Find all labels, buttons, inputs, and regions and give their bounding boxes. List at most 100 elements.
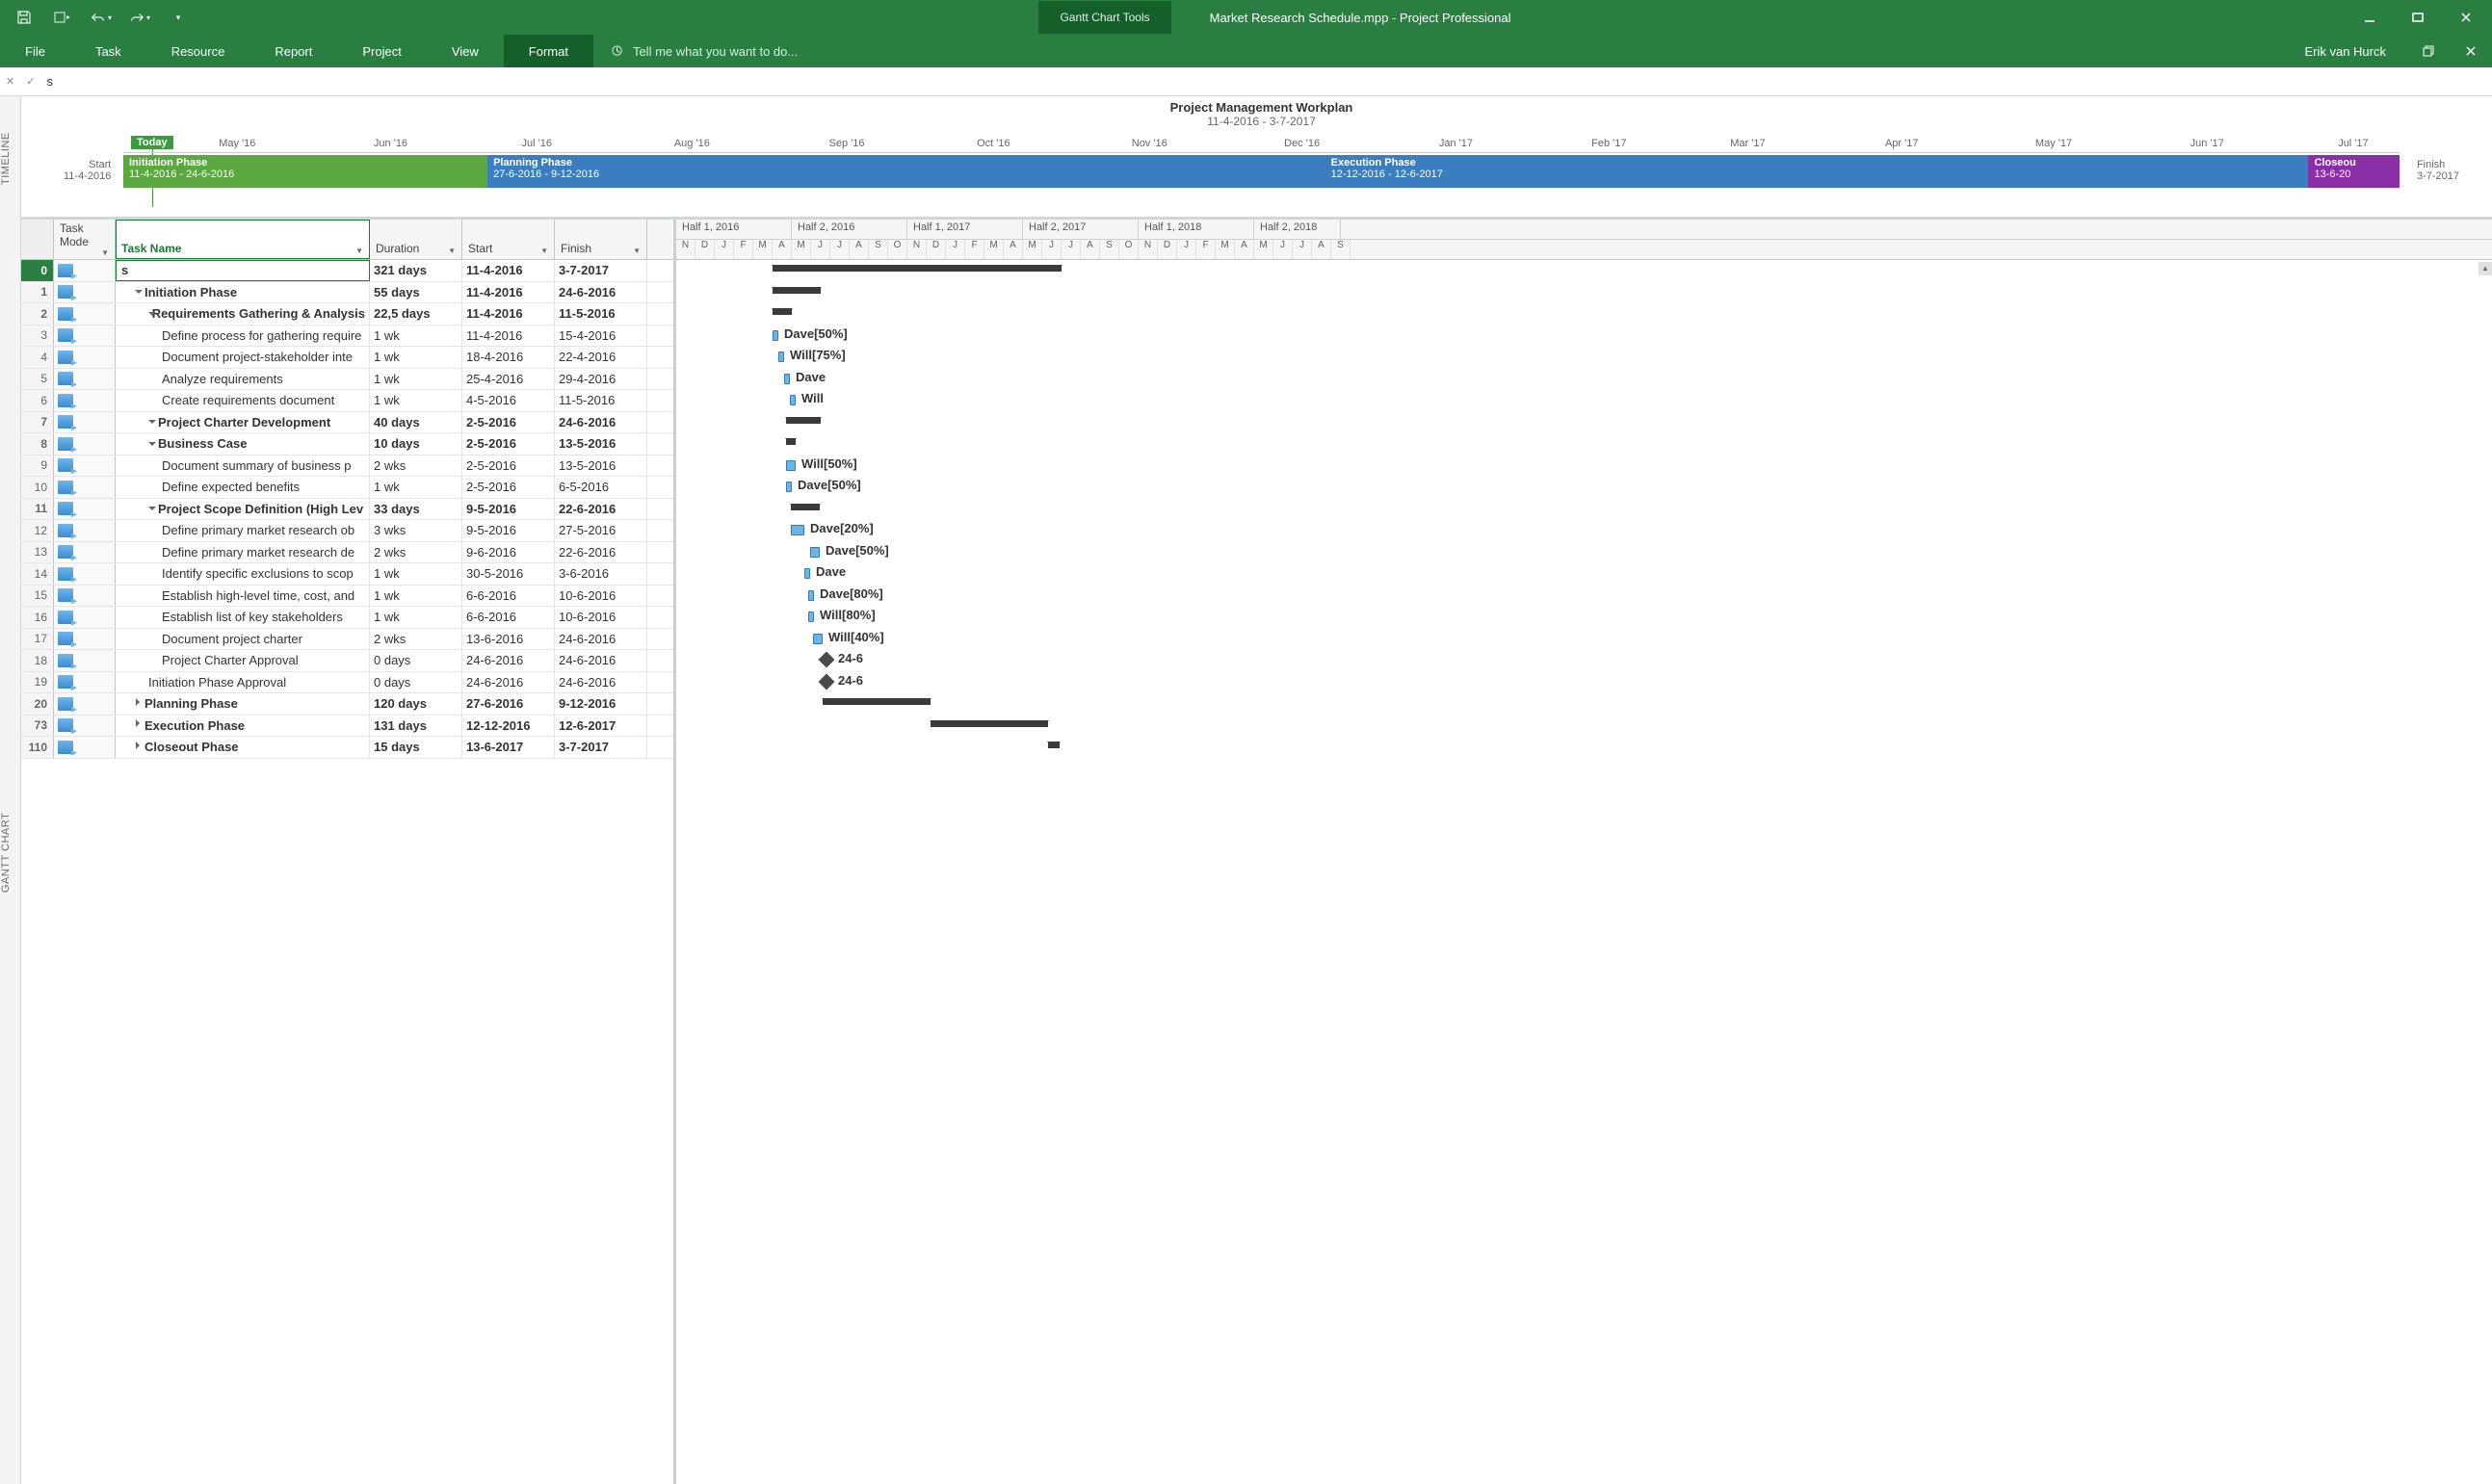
task-mode-cell[interactable] xyxy=(54,477,116,498)
timeline-bar[interactable]: Closeou13-6-20 xyxy=(2308,155,2400,188)
timeline-panel[interactable]: Project Management Workplan 11-4-2016 - … xyxy=(21,96,2492,220)
summary-bar[interactable] xyxy=(773,308,792,315)
task-bar[interactable] xyxy=(804,568,810,579)
gantt-chart[interactable]: Half 1, 2016Half 2, 2016Half 1, 2017Half… xyxy=(676,220,2492,1484)
duration-cell[interactable]: 1 wk xyxy=(370,563,462,585)
task-bar[interactable] xyxy=(773,330,778,341)
finish-cell[interactable]: 24-6-2016 xyxy=(555,650,647,671)
duration-cell[interactable]: 321 days xyxy=(370,260,462,281)
table-row[interactable]: 4Document project-stakeholder inte1 wk18… xyxy=(21,347,673,369)
row-id[interactable]: 14 xyxy=(21,563,54,585)
task-mode-cell[interactable] xyxy=(54,282,116,303)
milestone-icon[interactable] xyxy=(819,673,835,690)
entry-cancel-button[interactable]: ✕ xyxy=(0,75,20,88)
row-id[interactable]: 5 xyxy=(21,369,54,390)
finish-cell[interactable]: 24-6-2016 xyxy=(555,672,647,693)
finish-cell[interactable]: 11-5-2016 xyxy=(555,303,647,325)
row-id[interactable]: 2 xyxy=(21,303,54,325)
table-row[interactable]: 2 Requirements Gathering & Analysis22,5 d… xyxy=(21,303,673,325)
table-row[interactable]: 0s321 days11-4-20163-7-2017 xyxy=(21,260,673,282)
table-row[interactable]: 20Planning Phase120 days27-6-20169-12-20… xyxy=(21,693,673,716)
row-id[interactable]: 6 xyxy=(21,390,54,411)
publish-icon[interactable] xyxy=(52,7,73,28)
table-row[interactable]: 8Business Case10 days2-5-201613-5-2016 xyxy=(21,433,673,456)
task-name-cell[interactable]: Define expected benefits xyxy=(116,477,370,498)
task-mode-cell[interactable] xyxy=(54,672,116,693)
row-id[interactable]: 15 xyxy=(21,586,54,607)
task-name-cell[interactable]: Initiation Phase Approval xyxy=(116,672,370,693)
row-id[interactable]: 9 xyxy=(21,456,54,477)
row-id[interactable]: 1 xyxy=(21,282,54,303)
finish-cell[interactable]: 29-4-2016 xyxy=(555,369,647,390)
duration-cell[interactable]: 22,5 days xyxy=(370,303,462,325)
duration-cell[interactable]: 1 wk xyxy=(370,325,462,347)
expand-icon[interactable] xyxy=(135,721,143,729)
start-cell[interactable]: 12-12-2016 xyxy=(462,716,555,737)
finish-cell[interactable]: 24-6-2016 xyxy=(555,282,647,303)
header-task-mode[interactable]: Task Mode▼ xyxy=(54,220,116,259)
start-cell[interactable]: 11-4-2016 xyxy=(462,282,555,303)
summary-bar[interactable] xyxy=(823,698,931,705)
undo-icon[interactable]: ▾ xyxy=(91,7,112,28)
table-row[interactable]: 15Establish high-level time, cost, and1 … xyxy=(21,586,673,608)
row-id[interactable]: 17 xyxy=(21,629,54,650)
duration-cell[interactable]: 3 wks xyxy=(370,520,462,541)
task-name-cell[interactable]: Project Scope Definition (High Lev xyxy=(116,499,370,520)
entry-accept-button[interactable]: ✓ xyxy=(20,75,40,88)
duration-cell[interactable]: 2 wks xyxy=(370,542,462,563)
entry-input[interactable]: s xyxy=(40,74,2492,89)
table-row[interactable]: 12Define primary market research ob3 wks… xyxy=(21,520,673,542)
tab-report[interactable]: Report xyxy=(249,35,337,67)
task-bar[interactable] xyxy=(790,395,796,405)
start-cell[interactable]: 30-5-2016 xyxy=(462,563,555,585)
expand-icon[interactable] xyxy=(135,743,143,751)
task-name-cell[interactable]: Project Charter Development xyxy=(116,412,370,433)
task-bar[interactable] xyxy=(784,374,790,384)
start-cell[interactable]: 13-6-2017 xyxy=(462,737,555,758)
duration-cell[interactable]: 1 wk xyxy=(370,477,462,498)
task-bar[interactable] xyxy=(778,351,784,362)
task-bar[interactable] xyxy=(808,612,814,622)
finish-cell[interactable]: 13-5-2016 xyxy=(555,456,647,477)
table-row[interactable]: 19Initiation Phase Approval0 days24-6-20… xyxy=(21,672,673,694)
task-mode-cell[interactable] xyxy=(54,716,116,737)
duration-cell[interactable]: 0 days xyxy=(370,672,462,693)
finish-cell[interactable]: 12-6-2017 xyxy=(555,716,647,737)
start-cell[interactable]: 9-6-2016 xyxy=(462,542,555,563)
task-name-cell[interactable]: Requirements Gathering & Analysis xyxy=(116,303,370,325)
scroll-up-icon[interactable]: ▲ xyxy=(2479,262,2492,275)
duration-cell[interactable]: 55 days xyxy=(370,282,462,303)
start-cell[interactable]: 24-6-2016 xyxy=(462,650,555,671)
task-grid[interactable]: Task Mode▼ Task Name▼ Duration▼ Start▼ F… xyxy=(21,220,676,1484)
expand-icon[interactable] xyxy=(148,440,156,448)
row-id[interactable]: 20 xyxy=(21,693,54,715)
task-name-cell[interactable]: Business Case xyxy=(116,433,370,455)
row-id[interactable]: 4 xyxy=(21,347,54,368)
tell-me-search[interactable]: Tell me what you want to do... xyxy=(593,35,798,67)
finish-cell[interactable]: 22-4-2016 xyxy=(555,347,647,368)
table-row[interactable]: 11Project Scope Definition (High Lev33 d… xyxy=(21,499,673,521)
row-id[interactable]: 13 xyxy=(21,542,54,563)
duration-cell[interactable]: 2 wks xyxy=(370,629,462,650)
task-name-cell[interactable]: Document summary of business p xyxy=(116,456,370,477)
task-mode-cell[interactable] xyxy=(54,390,116,411)
finish-cell[interactable]: 27-5-2016 xyxy=(555,520,647,541)
finish-cell[interactable]: 10-6-2016 xyxy=(555,607,647,628)
table-row[interactable]: 10Define expected benefits1 wk2-5-20166-… xyxy=(21,477,673,499)
finish-cell[interactable]: 9-12-2016 xyxy=(555,693,647,715)
finish-cell[interactable]: 24-6-2016 xyxy=(555,629,647,650)
finish-cell[interactable]: 22-6-2016 xyxy=(555,542,647,563)
tab-format[interactable]: Format xyxy=(504,35,593,67)
duration-cell[interactable]: 0 days xyxy=(370,650,462,671)
table-row[interactable]: 13Define primary market research de2 wks… xyxy=(21,542,673,564)
minimize-button[interactable] xyxy=(2348,3,2392,32)
start-cell[interactable]: 18-4-2016 xyxy=(462,347,555,368)
table-row[interactable]: 6Create requirements document1 wk4-5-201… xyxy=(21,390,673,412)
task-mode-cell[interactable] xyxy=(54,456,116,477)
finish-cell[interactable]: 24-6-2016 xyxy=(555,412,647,433)
table-row[interactable]: 5Analyze requirements1 wk25-4-201629-4-2… xyxy=(21,369,673,391)
task-bar[interactable] xyxy=(786,482,792,492)
start-cell[interactable]: 13-6-2016 xyxy=(462,629,555,650)
task-name-cell[interactable]: s xyxy=(116,260,370,281)
start-cell[interactable]: 6-6-2016 xyxy=(462,607,555,628)
